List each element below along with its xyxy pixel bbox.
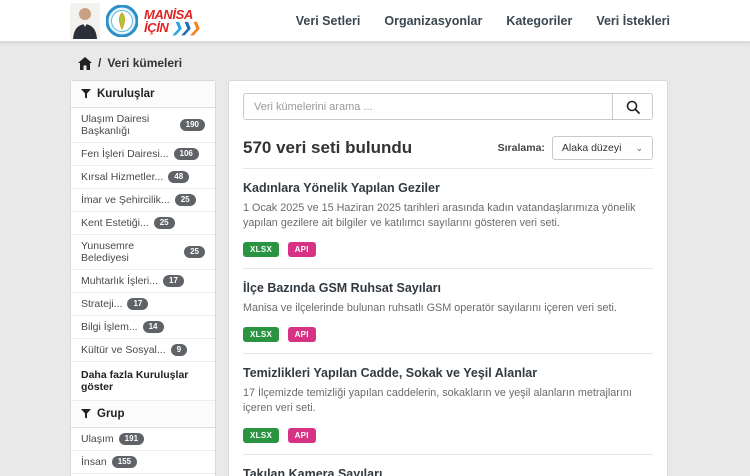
sidebar-item-label: İmar ve Şehircilik...: [81, 194, 170, 206]
sidebar-item-label: Strateji...: [81, 298, 122, 310]
brand-chevrons-icon: ❯❯❯: [172, 20, 199, 35]
sort-selected-value: Alaka düzeyi: [562, 142, 622, 154]
count-badge: 9: [171, 344, 187, 356]
dataset-results-panel: 570 veri seti bulundu Sıralama: Alaka dü…: [228, 80, 668, 476]
brand-line2: İÇİN: [144, 20, 168, 35]
site-logo[interactable]: MANİSA İÇİN ❯❯❯: [70, 3, 198, 39]
top-header: MANİSA İÇİN ❯❯❯ Veri Setleri Organizasyo…: [0, 0, 750, 42]
count-badge: 25: [184, 246, 205, 258]
sidebar-item-label: Kent Estetiği...: [81, 217, 149, 229]
dataset-searchbar: [243, 93, 653, 120]
filter-sidebar: Kuruluşlar Ulaşım Dairesi Başkanlığı 190…: [70, 80, 216, 476]
breadcrumb-current: Veri kümeleri: [107, 56, 182, 70]
format-badge-xlsx[interactable]: XLSX: [243, 428, 279, 443]
sidebar-section-title: Kuruluşlar: [97, 88, 155, 100]
sidebar-section-grup: Grup: [71, 401, 215, 428]
sidebar-section-title: Grup: [97, 408, 124, 420]
filter-funnel-icon: [81, 89, 91, 99]
dataset-list-item: İlçe Bazında GSM Ruhsat Sayıları Manisa …: [243, 269, 653, 354]
format-badge-xlsx[interactable]: XLSX: [243, 242, 279, 257]
filter-funnel-icon: [81, 409, 91, 419]
municipality-seal-icon: [106, 5, 138, 37]
dataset-title-link[interactable]: İlçe Bazında GSM Ruhsat Sayıları: [243, 281, 653, 295]
count-badge: 191: [119, 433, 144, 445]
sidebar-item-label: Muhtarlık İşleri...: [81, 275, 158, 287]
chevron-down-icon: ⌄: [635, 144, 643, 153]
sidebar-item-ulasim-dairesi[interactable]: Ulaşım Dairesi Başkanlığı 190: [71, 108, 215, 143]
sidebar-item-label: Bilgi İşlem...: [81, 321, 138, 333]
sidebar-item-grup-ulasim[interactable]: Ulaşım 191: [71, 428, 215, 451]
sidebar-item-kirsal-hizmetler[interactable]: Kırsal Hizmetler... 48: [71, 166, 215, 189]
format-badge-api[interactable]: API: [288, 428, 316, 443]
sidebar-section-kuruluslar: Kuruluşlar: [71, 81, 215, 108]
breadcrumb-separator: /: [98, 56, 101, 70]
format-badge-api[interactable]: API: [288, 242, 316, 257]
results-count-heading: 570 veri seti bulundu: [243, 138, 412, 158]
nav-organizasyonlar[interactable]: Organizasyonlar: [384, 14, 482, 28]
sidebar-item-label: Ulaşım: [81, 433, 114, 445]
dataset-list-item: Kadınlara Yönelik Yapılan Geziler 1 Ocak…: [243, 169, 653, 269]
dataset-description: Manisa ve ilçelerinde bulunan ruhsatlı G…: [243, 301, 653, 316]
sidebar-item-grup-insan[interactable]: İnsan 155: [71, 451, 215, 474]
dataset-description: 17 İlçemizde temizliği yapılan caddeleri…: [243, 386, 653, 416]
sort-select[interactable]: Alaka düzeyi ⌄: [552, 136, 653, 160]
count-badge: 106: [174, 148, 199, 160]
sidebar-item-kent-estetigi[interactable]: Kent Estetiği... 25: [71, 212, 215, 235]
sidebar-item-label: Yunusemre Belediyesi: [81, 240, 179, 264]
home-icon[interactable]: [78, 57, 92, 70]
search-button[interactable]: [612, 94, 652, 119]
dataset-list-item: Takılan Kamera Sayıları Manisa ve ilçele…: [243, 455, 653, 476]
nav-veri-setleri[interactable]: Veri Setleri: [296, 14, 361, 28]
sidebar-item-label: Ulaşım Dairesi Başkanlığı: [81, 113, 175, 137]
mayor-photo: [70, 3, 100, 39]
count-badge: 25: [154, 217, 175, 229]
count-badge: 17: [127, 298, 148, 310]
nav-kategoriler[interactable]: Kategoriler: [506, 14, 572, 28]
count-badge: 190: [180, 119, 205, 131]
sidebar-item-label: Fen İşleri Dairesi...: [81, 148, 169, 160]
sidebar-item-kultur-sosyal[interactable]: Kültür ve Sosyal... 9: [71, 339, 215, 362]
dataset-title-link[interactable]: Takılan Kamera Sayıları: [243, 467, 653, 476]
dataset-list-item: Temizlikleri Yapılan Cadde, Sokak ve Yeş…: [243, 354, 653, 454]
count-badge: 25: [175, 194, 196, 206]
sort-label: Sıralama:: [498, 142, 545, 154]
sidebar-item-fen-isleri[interactable]: Fen İşleri Dairesi... 106: [71, 143, 215, 166]
search-input[interactable]: [244, 94, 612, 119]
sidebar-item-strateji[interactable]: Strateji... 17: [71, 293, 215, 316]
nav-veri-istekleri[interactable]: Veri İstekleri: [596, 14, 670, 28]
sidebar-item-imar-sehircilik[interactable]: İmar ve Şehircilik... 25: [71, 189, 215, 212]
format-badge-xlsx[interactable]: XLSX: [243, 327, 279, 342]
sidebar-item-label: Kırsal Hizmetler...: [81, 171, 163, 183]
count-badge: 17: [163, 275, 184, 287]
count-badge: 48: [168, 171, 189, 183]
sidebar-item-bilgi-islem[interactable]: Bilgi İşlem... 14: [71, 316, 215, 339]
show-more-organizations-link[interactable]: Daha fazla Kuruluşlar göster: [71, 362, 215, 401]
main-nav: Veri Setleri Organizasyonlar Kategoriler…: [296, 14, 670, 28]
dataset-title-link[interactable]: Temizlikleri Yapılan Cadde, Sokak ve Yeş…: [243, 366, 653, 380]
dataset-list: Kadınlara Yönelik Yapılan Geziler 1 Ocak…: [243, 168, 653, 476]
dataset-title-link[interactable]: Kadınlara Yönelik Yapılan Geziler: [243, 181, 653, 195]
format-badge-api[interactable]: API: [288, 327, 316, 342]
sidebar-item-label: Kültür ve Sosyal...: [81, 344, 166, 356]
dataset-description: 1 Ocak 2025 ve 15 Haziran 2025 tarihleri…: [243, 201, 653, 231]
sidebar-item-muhtarlik[interactable]: Muhtarlık İşleri... 17: [71, 270, 215, 293]
count-badge: 155: [112, 456, 137, 468]
count-badge: 14: [143, 321, 164, 333]
sidebar-item-yunusemre[interactable]: Yunusemre Belediyesi 25: [71, 235, 215, 270]
sidebar-item-label: İnsan: [81, 456, 107, 468]
breadcrumb: / Veri kümeleri: [78, 56, 750, 70]
search-icon: [626, 100, 640, 114]
